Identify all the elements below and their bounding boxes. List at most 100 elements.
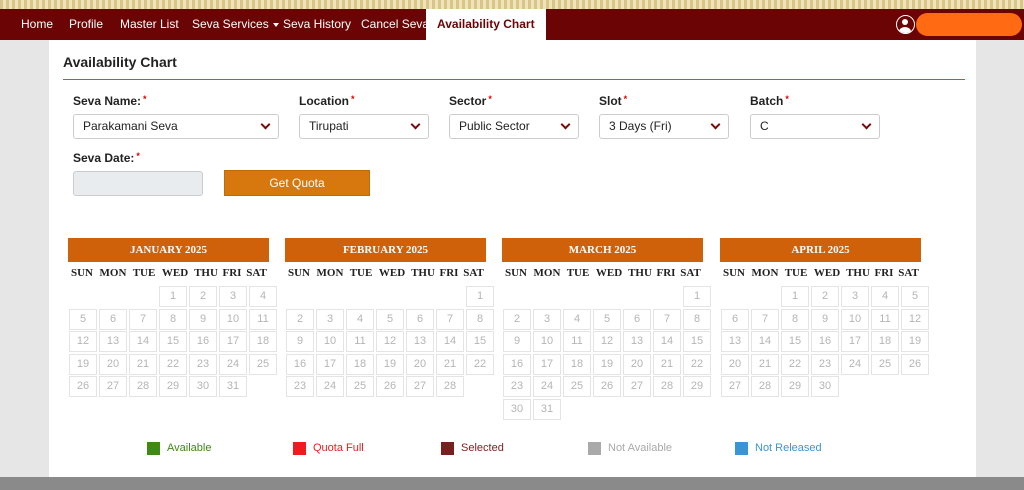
top-navbar: Home Profile Master List Seva Services S…: [0, 9, 1024, 40]
calendar-day: 3: [316, 308, 344, 330]
calendar-day: 1: [466, 286, 494, 307]
calendar-day: 14: [653, 331, 681, 352]
calendar-day: 11: [871, 308, 899, 330]
seva-date-field[interactable]: [73, 171, 203, 196]
calendar-day: 27: [623, 376, 651, 397]
calendar-days-grid: 1 2 3 4 5 6 7 8 9 10 11 12 13 14 15 16 17 18 19 20 21 22 23 24 2…: [502, 284, 711, 423]
nav-profile[interactable]: Profile: [69, 9, 103, 40]
calendar-day: 15: [683, 331, 711, 352]
calendar-day: 29: [781, 376, 809, 397]
location-label: Location *: [299, 94, 355, 108]
user-icon: [896, 15, 915, 34]
required-mark: *: [143, 94, 147, 104]
chevron-down-icon: [410, 119, 421, 130]
nav-cancel-seva[interactable]: Cancel Seva: [361, 9, 429, 40]
calendar-day: 20: [721, 353, 749, 375]
calendar-day: 3: [533, 308, 561, 330]
sector-select[interactable]: Public Sector: [449, 114, 579, 139]
calendar-day: 28: [653, 376, 681, 397]
calendar-day: 13: [623, 331, 651, 352]
nav-seva-services[interactable]: Seva Services: [192, 9, 279, 40]
legend-swatch: [735, 441, 748, 455]
weekday-label: MON: [533, 267, 561, 279]
calendar-day: 7: [653, 308, 681, 330]
required-mark: *: [351, 94, 355, 104]
calendar-day: 2: [286, 308, 314, 330]
nav-home[interactable]: Home: [21, 9, 53, 40]
decorative-top-stripe: [0, 0, 1024, 9]
seva-name-value: Parakamani Seva: [83, 119, 178, 133]
calendar-day: 8: [466, 308, 494, 330]
calendar-day: 14: [436, 331, 464, 352]
calendar-day: 14: [751, 331, 779, 352]
weekday-label: SUN: [70, 267, 93, 279]
calendar-day: 21: [436, 353, 464, 375]
calendar-month-title: APRIL 2025: [720, 238, 921, 262]
weekday-label: SUN: [504, 267, 527, 279]
weekday-header: SUN MON TUE WED THU FRI SAT: [720, 262, 921, 284]
calendar-day: 24: [533, 376, 561, 397]
calendar-month-title: FEBRUARY 2025: [285, 238, 486, 262]
calendar-day: 15: [159, 331, 187, 352]
slot-select[interactable]: 3 Days (Fri): [599, 114, 729, 139]
legend-swatch: [588, 441, 601, 455]
calendar-day: 17: [533, 353, 561, 375]
calendar-day: 23: [189, 353, 217, 375]
required-mark: *: [623, 94, 628, 104]
batch-select[interactable]: C: [750, 114, 880, 139]
calendar-day: 24: [316, 376, 344, 397]
seva-name-select[interactable]: Parakamani Seva: [73, 114, 279, 139]
calendar-day: 29: [683, 376, 711, 397]
legend-label: Quota Full: [313, 442, 364, 454]
calendar-day: 1: [781, 286, 809, 307]
calendar-day: 4: [563, 308, 591, 330]
weekday-label: TUE: [566, 267, 590, 279]
calendar-march: MARCH 2025 SUN MON TUE WED THU FRI SAT 1234567…: [502, 238, 711, 423]
nav-availability-chart[interactable]: Availability Chart: [426, 9, 546, 40]
slot-label: Slot *: [599, 94, 628, 108]
calendar-day: 27: [406, 376, 434, 397]
calendar-day: 25: [871, 353, 899, 375]
calendar-day: 5: [376, 308, 404, 330]
nav-master-list[interactable]: Master List: [120, 9, 179, 40]
calendar-day: 4: [249, 286, 277, 307]
batch-value: C: [760, 119, 769, 133]
calendar-day: 9: [503, 331, 531, 352]
weekday-label: SAT: [680, 267, 701, 279]
get-quota-button[interactable]: Get Quota: [224, 170, 370, 196]
weekday-label: WED: [378, 267, 406, 279]
calendar-day: 6: [99, 308, 127, 330]
calendar-day: 23: [503, 376, 531, 397]
location-select[interactable]: Tirupati: [299, 114, 429, 139]
weekday-label: THU: [846, 267, 870, 279]
legend-swatch: [441, 441, 454, 455]
weekday-label: MON: [99, 267, 127, 279]
legend-swatch: [293, 441, 306, 455]
calendar-day: 10: [316, 331, 344, 352]
calendar-day: 30: [189, 376, 217, 397]
nav-seva-history[interactable]: Seva History: [283, 9, 351, 40]
calendar-day: 4: [346, 308, 374, 330]
seva-date-label: Seva Date: *: [73, 151, 140, 165]
calendar-day: 18: [249, 331, 277, 352]
weekday-label: WED: [595, 267, 623, 279]
required-mark: *: [785, 94, 789, 104]
calendar-day: 26: [376, 376, 404, 397]
weekday-label: FRI: [439, 267, 459, 279]
calendar-day: 26: [593, 376, 621, 397]
calendar-day: 2: [189, 286, 217, 307]
calendar-day: 1: [159, 286, 187, 307]
calendar-day: 18: [871, 331, 899, 352]
calendar-day: 2: [811, 286, 839, 307]
calendar-day: 19: [901, 331, 929, 352]
weekday-label: WED: [161, 267, 189, 279]
weekday-header: SUN MON TUE WED THU FRI SAT: [285, 262, 486, 284]
calendar-day: 19: [69, 353, 97, 375]
calendar-day: 8: [683, 308, 711, 330]
calendar-day: 5: [593, 308, 621, 330]
caret-down-icon: [272, 22, 279, 27]
weekday-label: FRI: [874, 267, 894, 279]
calendar-day: 21: [129, 353, 157, 375]
seva-name-label: Seva Name: *: [73, 94, 147, 108]
calendar-day: 13: [406, 331, 434, 352]
